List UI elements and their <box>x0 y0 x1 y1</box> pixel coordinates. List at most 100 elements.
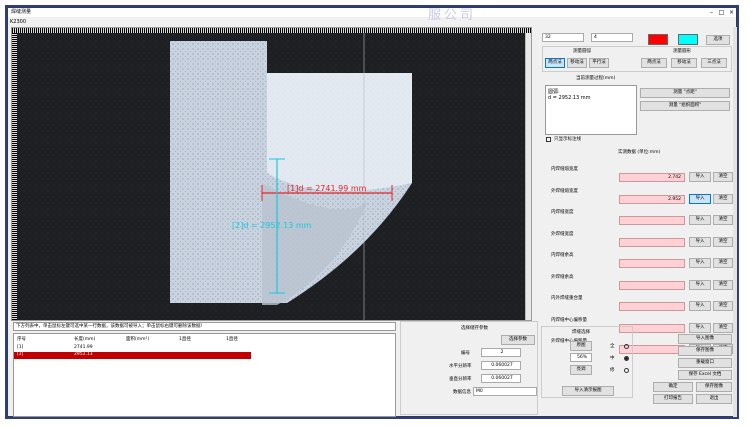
h-resolution-field[interactable]: 0.060027 <box>481 361 521 370</box>
clear-button[interactable]: 清空 <box>713 322 733 333</box>
exit-button[interactable]: 退出 <box>696 394 732 404</box>
select-params-button[interactable]: 选择参数 <box>501 335 535 345</box>
three-point-button[interactable]: 三点法 <box>701 58 727 68</box>
data-row-label: 外焊缝余高 <box>551 274 574 280</box>
cyan-color-swatch[interactable] <box>678 34 698 45</box>
radio-mid[interactable] <box>624 356 629 361</box>
title-bar: 焊缝测量 – □ × <box>8 8 736 17</box>
radio-label: 全 <box>610 344 615 349</box>
clear-button[interactable]: 清空 <box>713 215 733 225</box>
circle-two-point-button[interactable]: 两点法 <box>641 58 667 68</box>
data-row-label: 外焊缝宽度 <box>551 231 574 237</box>
result-table[interactable]: 序号 长度(mm) 面积(mm²) 1直径 1直径 [1] 2741.99 [2… <box>13 333 396 417</box>
data-row-value[interactable] <box>619 237 685 247</box>
row-index: [2] <box>17 352 24 357</box>
col-header: 1直径 <box>226 337 238 342</box>
checkbox-label: 只显示标注线 <box>554 137 581 142</box>
field-label: 水平分辨率 <box>449 364 472 369</box>
clear-button[interactable]: 清空 <box>713 301 733 311</box>
row-length: 2952.13 <box>74 352 93 357</box>
data-row-label: 内外焊缝重合量 <box>551 296 583 301</box>
table-header: 序号 长度(mm) 面积(mm²) 1直径 1直径 <box>14 336 395 344</box>
clear-button[interactable]: 清空 <box>713 279 733 290</box>
upper-plate <box>267 73 412 191</box>
radio-label: 修 <box>610 368 615 373</box>
import-button[interactable]: 导入 <box>689 215 711 225</box>
measure-mode-group: 测量圆弧 测量圆形 两点法 移动法 平行法 两点法 移动法 三点法 <box>542 46 732 72</box>
data-row-label: 内焊缝余高 <box>551 253 574 258</box>
data-row-label: 内焊缝宽度 <box>551 210 574 215</box>
window-title: 焊缝测量 <box>11 9 32 15</box>
move-button[interactable]: 移动法 <box>567 58 587 68</box>
subtitle: K2300 <box>10 19 27 25</box>
original-button[interactable]: 原图 <box>570 341 592 351</box>
measure-area-button[interactable]: 测量 "组织面积" <box>640 101 730 111</box>
current-measure-label: 当前测量过程(mm) <box>576 76 616 81</box>
import-image-button[interactable]: 导入图像 <box>678 334 732 344</box>
import-button[interactable]: 导入 <box>689 236 711 247</box>
radio-full[interactable] <box>624 344 629 349</box>
table-row-selected[interactable]: [2] 2952.13 <box>14 352 251 359</box>
clear-button[interactable]: 清空 <box>713 236 733 247</box>
hint-text: 下方列表中，单击鼠标左键可选中某一行数据，该数据可被导入；单击鼠标右键可删除该数… <box>13 322 396 331</box>
percent-field[interactable]: 56% <box>570 353 592 362</box>
watermark: 服公司 <box>428 8 477 23</box>
zoom-select[interactable]: 32 <box>542 33 584 42</box>
maximize-icon[interactable]: □ <box>717 8 726 17</box>
data-row-value[interactable] <box>619 280 685 290</box>
weld-title: 焊缝选择 <box>572 330 590 335</box>
app-window: 焊缝测量 – □ × K2300 服公司 [1]d = 2741.99 mm [… <box>7 7 737 417</box>
data-row-value[interactable] <box>619 259 685 268</box>
weld-select-group: 焊缝选择 原图 56% 亮调 全 中 修 导入清示报图 <box>541 326 633 398</box>
import-button[interactable]: 导入 <box>689 322 711 333</box>
id-field[interactable]: 2 <box>481 348 521 357</box>
vertical-scrollbar[interactable] <box>525 33 531 320</box>
measure-point-button[interactable]: 测量 "点距" <box>640 88 730 98</box>
data-section-label: 实测数据 (单位:mm) <box>618 150 661 155</box>
current-text: d = 2952.13 mm <box>548 95 591 101</box>
data-info-field[interactable]: M0 <box>473 387 537 396</box>
data-row-label: 内焊缝中心偏移量 <box>551 317 587 323</box>
close-icon[interactable]: × <box>727 8 736 17</box>
col-header: 1直径 <box>179 337 191 342</box>
data-row-label: 内焊缝熔宽度 <box>551 167 578 172</box>
col-header: 序号 <box>17 337 26 342</box>
field-label: 垂直分辨率 <box>449 377 472 382</box>
parallel-button[interactable]: 平行法 <box>589 58 609 68</box>
red-color-swatch[interactable] <box>648 34 668 45</box>
confirm-button[interactable]: 确定 <box>653 382 693 392</box>
reload-window-button[interactable]: 重载窗口 <box>678 358 732 368</box>
field-label: 数据信息 <box>453 390 471 395</box>
data-row-value[interactable] <box>619 302 685 311</box>
clear-button[interactable]: 清空 <box>713 258 733 268</box>
settings-button[interactable]: 选项 <box>706 35 730 45</box>
two-point-button[interactable]: 两点法 <box>545 58 565 68</box>
save-image-button[interactable]: 保存图像 <box>678 346 732 356</box>
image-viewer[interactable]: [1]d = 2741.99 mm [2]d = 2952.13 mm <box>11 27 532 321</box>
save-excel-button[interactable]: 保存 Excel 文档 <box>678 370 732 380</box>
table-row[interactable]: [1] 2741.99 <box>14 345 251 352</box>
clear-button[interactable]: 清空 <box>713 193 733 204</box>
clear-button[interactable]: 清空 <box>713 172 733 182</box>
import-report-button[interactable]: 导入清示报图 <box>562 386 614 396</box>
minimize-icon[interactable]: – <box>707 8 716 17</box>
data-row-value[interactable]: 2.952 <box>619 194 685 204</box>
import-button[interactable]: 导入 <box>689 172 711 182</box>
v-resolution-field[interactable]: 0.060027 <box>481 374 521 383</box>
weld-image[interactable]: [1]d = 2741.99 mm [2]d = 2952.13 mm <box>17 33 525 320</box>
brightness-button[interactable]: 亮调 <box>570 365 592 375</box>
count-select[interactable]: 4 <box>591 33 633 42</box>
import-button[interactable]: 导入 <box>689 301 711 311</box>
import-button[interactable]: 导入 <box>689 279 711 290</box>
right-scrollbar[interactable] <box>733 27 737 417</box>
save-image-button-2[interactable]: 保存图像 <box>696 382 732 392</box>
import-button[interactable]: 导入 <box>689 258 711 268</box>
data-row-value[interactable] <box>619 216 685 225</box>
import-button[interactable]: 导入 <box>689 193 711 204</box>
field-label: 编号 <box>461 351 470 356</box>
data-row-value[interactable]: 2.742 <box>619 173 685 182</box>
print-report-button[interactable]: 打印报告 <box>653 394 693 404</box>
radio-edit[interactable] <box>624 368 629 373</box>
circle-move-button[interactable]: 移动法 <box>671 58 697 68</box>
checkbox-icon[interactable] <box>546 137 551 142</box>
